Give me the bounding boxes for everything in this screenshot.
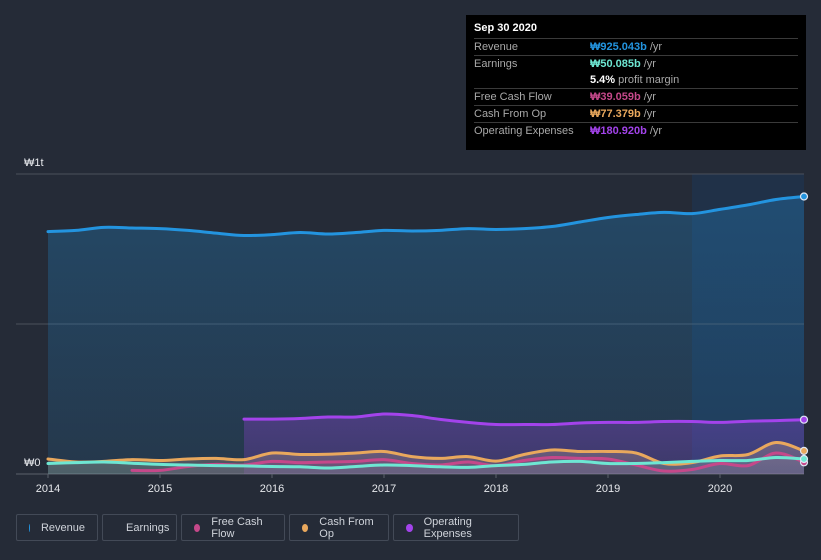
tooltip-unit: /yr — [643, 91, 656, 103]
x-tick-label: 2014 — [36, 483, 60, 495]
tooltip-label: Revenue — [474, 41, 519, 53]
tooltip-row-cash-from-op: Cash From Op ₩77.379b /yr — [474, 106, 798, 123]
series-areas — [48, 196, 804, 474]
x-tick-label: 2018 — [484, 483, 508, 495]
legend-item-free-cash-flow[interactable]: Free Cash Flow — [181, 514, 285, 541]
x-tick-label: 2016 — [260, 483, 284, 495]
legend-dot-icon — [194, 523, 201, 532]
tooltip-value: ₩39.059b — [590, 91, 641, 103]
y-tick-label-zero: ₩0 — [24, 457, 41, 469]
tooltip-row-profit-margin: 5.4% profit margin — [474, 72, 798, 89]
tooltip-value: 5.4% — [590, 74, 616, 86]
legend-item-earnings[interactable]: Earnings — [102, 514, 177, 541]
legend-label: Earnings — [126, 521, 170, 534]
tooltip-label: Free Cash Flow — [474, 91, 552, 103]
tooltip-unit: /yr — [649, 125, 663, 137]
legend-dot-icon — [406, 523, 413, 532]
tooltip-value: ₩50.085b — [590, 58, 641, 70]
tooltip-label: Cash From Op — [474, 108, 547, 120]
tooltip-date: Sep 30 2020 — [474, 22, 798, 39]
tooltip-label — [474, 72, 590, 88]
tooltip-label: Operating Expenses — [474, 125, 574, 137]
tooltip-unit: /yr — [643, 108, 656, 120]
tooltip-label: Earnings — [474, 58, 518, 70]
x-tick-label: 2019 — [596, 483, 620, 495]
endpoint-cash-from-op — [799, 446, 809, 455]
tooltip-value: ₩77.379b — [590, 108, 641, 120]
tooltip-unit: profit margin — [618, 74, 680, 86]
tooltip-unit: /yr — [643, 58, 656, 70]
legend-label: Free Cash Flow — [211, 515, 263, 540]
endpoint-revenue — [799, 192, 809, 201]
tooltip-row-earnings: Earnings ₩50.085b /yr — [474, 56, 798, 72]
tooltip-row-operating-expenses: Operating Expenses ₩180.920b /yr — [474, 123, 798, 139]
data-tooltip: Sep 30 2020 Revenue ₩925.043b /yr Earnin… — [466, 15, 806, 150]
legend-dot-icon — [302, 523, 309, 532]
legend-label: Cash From Op — [319, 515, 374, 540]
x-tick-label: 2020 — [708, 483, 732, 495]
tooltip-unit: /yr — [649, 41, 663, 53]
legend-label: Revenue — [40, 521, 85, 534]
x-tick-label: 2015 — [148, 483, 172, 495]
tooltip-value: ₩180.920b — [590, 125, 647, 137]
legend-dot-icon — [29, 523, 30, 532]
endpoint-earnings — [799, 454, 809, 464]
legend-item-revenue[interactable]: Revenue — [16, 514, 98, 541]
legend-item-cash-from-op[interactable]: Cash From Op — [289, 514, 389, 541]
x-tick-label: 2017 — [372, 483, 396, 495]
y-tick-label-top: ₩1t — [24, 157, 44, 169]
tooltip-row-free-cash-flow: Free Cash Flow ₩39.059b /yr — [474, 89, 798, 106]
endpoint-operating-expenses — [799, 415, 809, 424]
legend: Revenue Earnings Free Cash Flow Cash Fro… — [16, 514, 519, 541]
legend-item-operating-expenses[interactable]: Operating Expenses — [393, 514, 519, 541]
tooltip-row-revenue: Revenue ₩925.043b /yr — [474, 39, 798, 56]
legend-label: Operating Expenses — [423, 515, 472, 540]
tooltip-value: ₩925.043b — [590, 41, 647, 53]
